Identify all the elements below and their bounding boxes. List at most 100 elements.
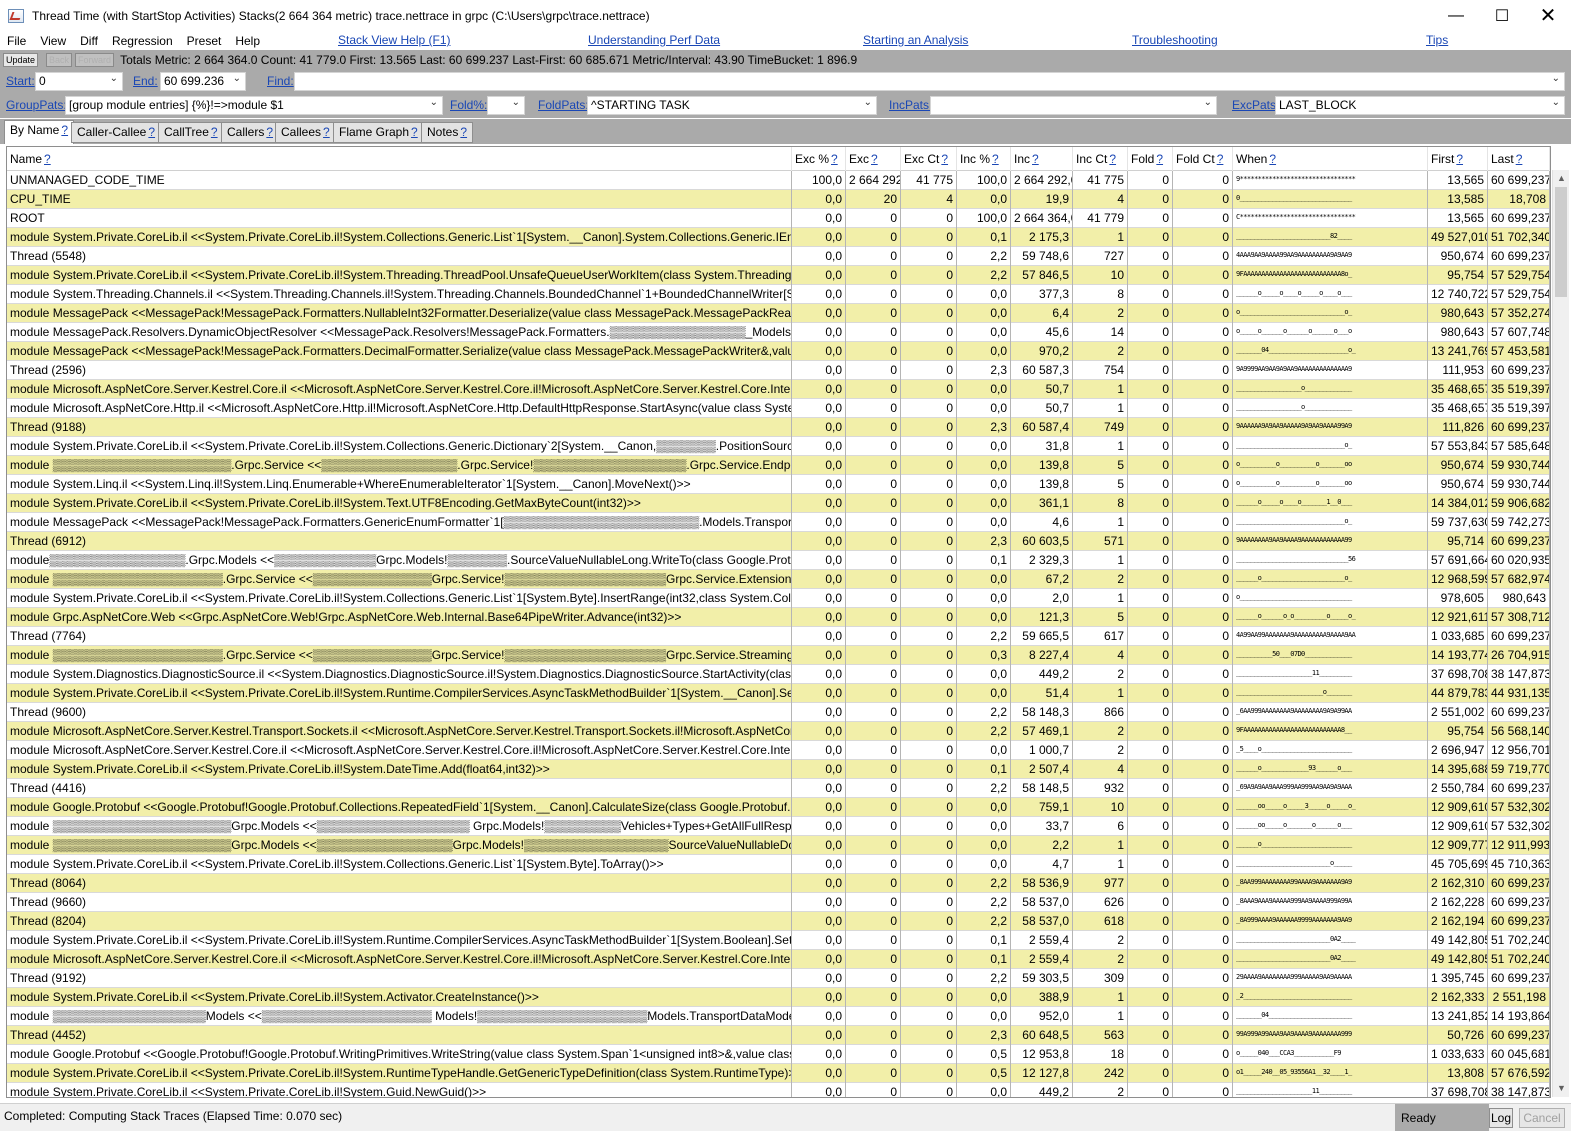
help-link[interactable]: ?: [148, 125, 155, 139]
help-link[interactable]: ?: [871, 152, 878, 166]
cell-name[interactable]: module ▒▒▒▒▒▒▒▒▒▒▒▒▒▒▒▒▒▒▒▒▒.Grpc.Servic…: [7, 456, 792, 475]
cell-name[interactable]: Thread (9660): [7, 893, 792, 912]
help-link[interactable]: ?: [1269, 152, 1276, 166]
cell-name[interactable]: module System.Diagnostics.DiagnosticSour…: [7, 665, 792, 684]
cell-name[interactable]: module System.Private.CoreLib.il <<Syste…: [7, 931, 792, 950]
table-row[interactable]: ROOT 0,0 0 0 100,0 2 664 364,0 41 779 0 0 C******…: [7, 209, 1550, 228]
table-row[interactable]: module Microsoft.AspNetCore.Server.Kestr…: [7, 380, 1550, 399]
menu-view[interactable]: View: [33, 34, 73, 48]
chevron-down-icon[interactable]: ⌄: [110, 73, 118, 84]
cell-name[interactable]: module System.Threading.Channels.il <<Sy…: [7, 285, 792, 304]
understanding-perf-data-link[interactable]: Understanding Perf Data: [588, 33, 720, 47]
update-button[interactable]: Update: [3, 53, 39, 67]
cell-name[interactable]: Thread (8064): [7, 874, 792, 893]
close-button[interactable]: ✕: [1525, 0, 1571, 31]
table-row[interactable]: Thread (9192) 0,0 0 0 2,2 59 303,5 309 0 0 29AAAA…: [7, 969, 1550, 988]
cell-name[interactable]: module System.Private.CoreLib.il <<Syste…: [7, 228, 792, 247]
tips-link[interactable]: Tips: [1426, 33, 1448, 47]
help-link[interactable]: ?: [941, 152, 948, 166]
grouppats-input[interactable]: [group module entries] {%}!=>module $1 ⌄: [65, 96, 443, 115]
help-link[interactable]: ?: [1032, 152, 1039, 166]
table-row[interactable]: module System.Diagnostics.DiagnosticSour…: [7, 665, 1550, 684]
cancel-button[interactable]: Cancel: [1519, 1108, 1565, 1128]
cell-name[interactable]: module System.Private.CoreLib.il <<Syste…: [7, 1083, 792, 1097]
cell-name[interactable]: Thread (9600): [7, 703, 792, 722]
table-row[interactable]: module MessagePack <<MessagePack!Message…: [7, 342, 1550, 361]
help-link[interactable]: ?: [44, 152, 51, 166]
cell-name[interactable]: Thread (9188): [7, 418, 792, 437]
incpats-label[interactable]: IncPats:: [889, 98, 932, 112]
table-row[interactable]: module System.Private.CoreLib.il <<Syste…: [7, 931, 1550, 950]
cell-name[interactable]: UNMANAGED_CODE_TIME: [7, 171, 792, 190]
cell-name[interactable]: ROOT: [7, 209, 792, 228]
table-row[interactable]: module ▒▒▒▒▒▒▒▒▒▒▒▒▒▒▒▒▒▒▒▒▒Grpc.Models …: [7, 836, 1550, 855]
table-row[interactable]: Thread (8204) 0,0 0 0 2,2 58 537,0 618 0 0 _8A999…: [7, 912, 1550, 931]
incpats-input[interactable]: ⌄: [930, 96, 1217, 115]
help-link[interactable]: ?: [1156, 152, 1163, 166]
cell-name[interactable]: module ▒▒▒▒▒▒▒▒▒▒▒▒▒▒▒▒▒▒Models <<▒▒▒▒▒▒…: [7, 1007, 792, 1026]
tab-callees[interactable]: Callees?: [275, 122, 336, 143]
cell-name[interactable]: module Microsoft.AspNetCore.Server.Kestr…: [7, 380, 792, 399]
tab-by-name[interactable]: By Name?: [4, 120, 75, 144]
column-header-inc-ct[interactable]: Inc Ct?: [1073, 147, 1128, 171]
table-row[interactable]: module System.Private.CoreLib.il <<Syste…: [7, 1083, 1550, 1097]
table-row[interactable]: module MessagePack <<MessagePack!Message…: [7, 513, 1550, 532]
table-row[interactable]: Thread (4416) 0,0 0 0 2,2 58 148,5 932 0 0 _69A9A…: [7, 779, 1550, 798]
column-header-fold-ct[interactable]: Fold Ct?: [1173, 147, 1233, 171]
cell-name[interactable]: module System.Private.CoreLib.il <<Syste…: [7, 988, 792, 1007]
table-row[interactable]: UNMANAGED_CODE_TIME 100,0 2 664 292 41 775 1…: [7, 171, 1550, 190]
cell-name[interactable]: module Google.Protobuf <<Google.Protobuf…: [7, 798, 792, 817]
cell-name[interactable]: Thread (9192): [7, 969, 792, 988]
column-header-name[interactable]: Name?: [7, 147, 792, 171]
table-row[interactable]: Thread (9600) 0,0 0 0 2,2 58 148,3 866 0 0 _6AA99…: [7, 703, 1550, 722]
end-input[interactable]: 60 699.236 ⌄: [160, 72, 246, 91]
find-label[interactable]: Find:: [267, 74, 294, 88]
cell-name[interactable]: module Microsoft.AspNetCore.Server.Kestr…: [7, 741, 792, 760]
column-header-fold[interactable]: Fold?: [1128, 147, 1173, 171]
excpats-input[interactable]: LAST_BLOCK ⌄: [1275, 96, 1565, 115]
scroll-up-icon[interactable]: ▲: [1553, 170, 1570, 187]
table-row[interactable]: module Microsoft.AspNetCore.Server.Kestr…: [7, 722, 1550, 741]
foldpct-label[interactable]: Fold%:: [450, 98, 487, 112]
table-row[interactable]: module▒▒▒▒▒▒▒▒▒▒▒▒▒▒▒▒.Grpc.Models <<▒▒▒…: [7, 551, 1550, 570]
find-input[interactable]: ⌄: [294, 72, 1565, 91]
cell-name[interactable]: Thread (7764): [7, 627, 792, 646]
cell-name[interactable]: module MessagePack <<MessagePack!Message…: [7, 513, 792, 532]
table-row[interactable]: module System.Private.CoreLib.il <<Syste…: [7, 494, 1550, 513]
help-link[interactable]: ?: [1217, 152, 1224, 166]
help-link[interactable]: ?: [411, 125, 418, 139]
excpats-label[interactable]: ExcPats:: [1232, 98, 1279, 112]
table-row[interactable]: module Grpc.AspNetCore.Web <<Grpc.AspNet…: [7, 608, 1550, 627]
cell-name[interactable]: Thread (8204): [7, 912, 792, 931]
start-label[interactable]: Start:: [6, 74, 35, 88]
table-row[interactable]: module System.Threading.Channels.il <<Sy…: [7, 285, 1550, 304]
help-link[interactable]: ?: [460, 125, 467, 139]
menu-regression[interactable]: Regression: [105, 34, 180, 48]
table-row[interactable]: Thread (6912) 0,0 0 0 2,3 60 603,5 571 0 0 9AAAAA…: [7, 532, 1550, 551]
tab-notes[interactable]: Notes?: [421, 122, 474, 143]
chevron-down-icon[interactable]: ⌄: [512, 97, 520, 108]
cell-name[interactable]: module Microsoft.AspNetCore.Http.il <<Mi…: [7, 399, 792, 418]
minimize-button[interactable]: —: [1433, 0, 1479, 31]
foldpats-input[interactable]: ^STARTING TASK ⌄: [587, 96, 877, 115]
table-row[interactable]: module Microsoft.AspNetCore.Server.Kestr…: [7, 950, 1550, 969]
foldpats-label[interactable]: FoldPats:: [538, 98, 589, 112]
vertical-scrollbar[interactable]: ▲ ▼: [1552, 170, 1569, 1097]
table-row[interactable]: Thread (9660) 0,0 0 0 2,2 58 537,0 626 0 0 _8AAA9…: [7, 893, 1550, 912]
tab-calltree[interactable]: CallTree?: [158, 122, 224, 143]
tab-caller-callee[interactable]: Caller-Callee?: [71, 122, 162, 143]
column-header-inc[interactable]: Inc?: [1011, 147, 1073, 171]
log-button[interactable]: Log: [1489, 1108, 1513, 1128]
table-row[interactable]: Thread (8064) 0,0 0 0 2,2 58 536,9 977 0 0 _8AA99…: [7, 874, 1550, 893]
cell-name[interactable]: Thread (2596): [7, 361, 792, 380]
column-header-inc-pct[interactable]: Inc %?: [957, 147, 1011, 171]
cell-name[interactable]: module System.Private.CoreLib.il <<Syste…: [7, 760, 792, 779]
stack-view-help-link[interactable]: Stack View Help (F1): [338, 33, 450, 47]
menu-file[interactable]: File: [0, 34, 33, 48]
table-row[interactable]: module System.Private.CoreLib.il <<Syste…: [7, 855, 1550, 874]
table-row[interactable]: module System.Private.CoreLib.il <<Syste…: [7, 437, 1550, 456]
cell-name[interactable]: module ▒▒▒▒▒▒▒▒▒▒▒▒▒▒▒▒▒▒▒▒.Grpc.Service…: [7, 646, 792, 665]
cell-name[interactable]: CPU_TIME: [7, 190, 792, 209]
table-row[interactable]: module Microsoft.AspNetCore.Server.Kestr…: [7, 741, 1550, 760]
help-link[interactable]: ?: [1109, 152, 1116, 166]
